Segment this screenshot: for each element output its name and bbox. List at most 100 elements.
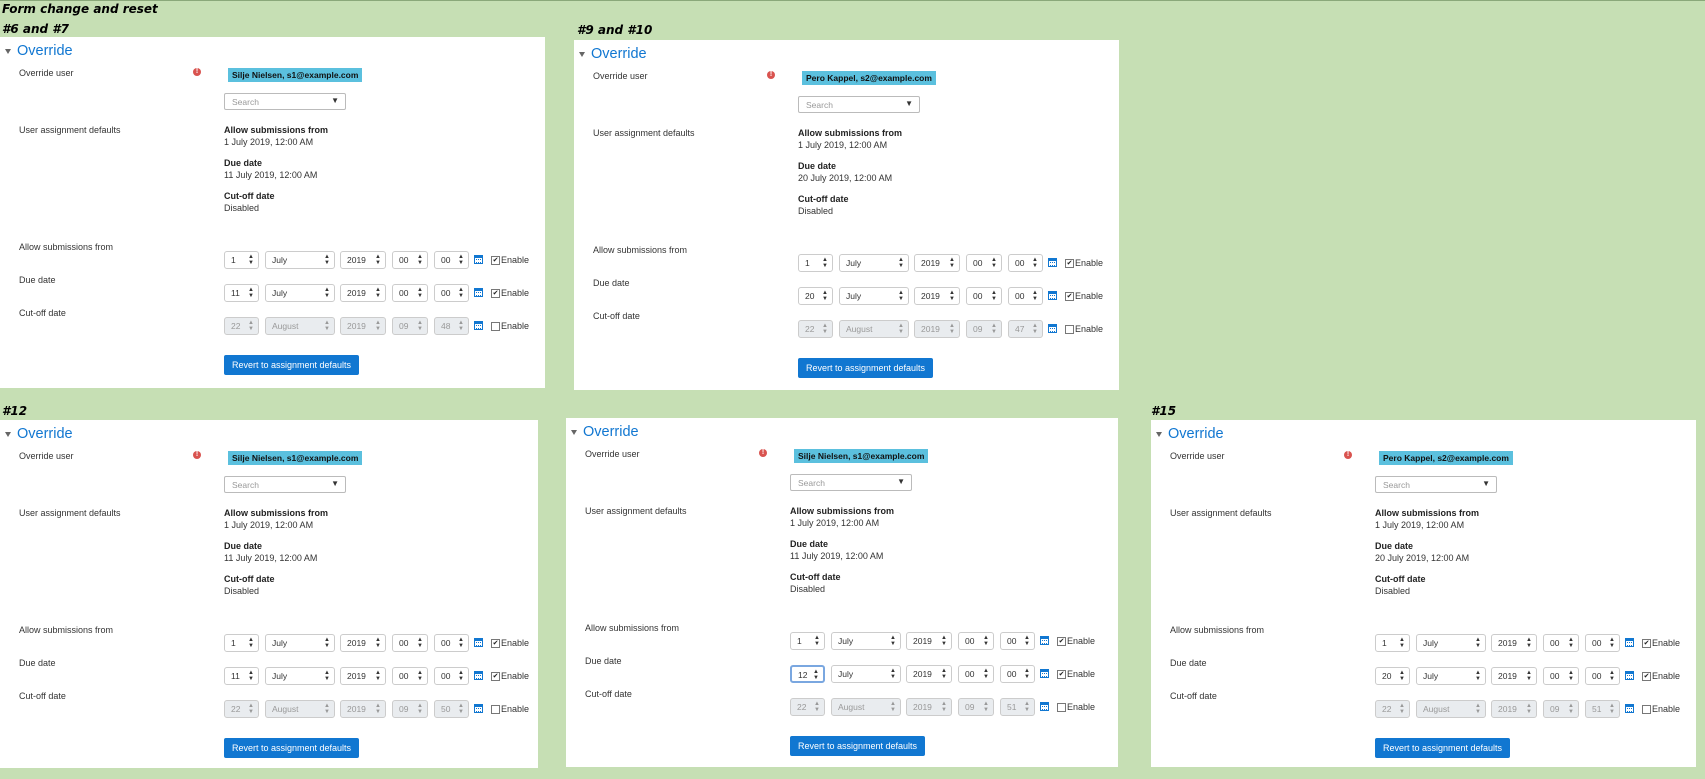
cutoff-enable-checkbox[interactable] xyxy=(1057,703,1066,712)
allow-from-year-select[interactable]: 2019 ▲ ▼ xyxy=(914,254,960,272)
due-month-select[interactable]: July ▲ ▼ xyxy=(265,667,335,685)
due-enable-checkbox[interactable]: ✔ xyxy=(491,289,500,298)
due-hour-select[interactable]: 00 ▲ ▼ xyxy=(392,284,428,302)
allow-from-enable-checkbox[interactable]: ✔ xyxy=(1065,259,1074,268)
due-year-select[interactable]: 2019 ▲ ▼ xyxy=(340,667,386,685)
cutoff-enable-checkbox[interactable] xyxy=(1642,705,1651,714)
allow-from-minute-select[interactable]: 00 ▲ ▼ xyxy=(434,634,469,652)
allow-from-year-select[interactable]: 2019 ▲ ▼ xyxy=(340,251,386,269)
cutoff-enable-checkbox[interactable] xyxy=(491,322,500,331)
revert-to-defaults-button[interactable]: Revert to assignment defaults xyxy=(224,738,360,758)
due-month-select[interactable]: July ▲ ▼ xyxy=(839,287,909,305)
revert-to-defaults-button[interactable]: Revert to assignment defaults xyxy=(224,355,360,375)
calendar-icon[interactable] xyxy=(474,704,483,713)
due-hour-select[interactable]: 00 ▲ ▼ xyxy=(392,667,428,685)
due-month-select[interactable]: July ▲ ▼ xyxy=(1416,667,1486,685)
user-search-select[interactable]: Search ▼ xyxy=(1375,476,1497,493)
due-month-select[interactable]: July ▲ ▼ xyxy=(265,284,335,302)
calendar-icon[interactable] xyxy=(474,288,483,297)
due-day-select[interactable]: 12 ▲ ▼ xyxy=(790,665,825,683)
due-year-select[interactable]: 2019 ▲ ▼ xyxy=(340,284,386,302)
allow-from-enable-checkbox[interactable]: ✔ xyxy=(1642,639,1651,648)
allow-from-year-select[interactable]: 2019 ▲ ▼ xyxy=(340,634,386,652)
due-hour-select[interactable]: 00 ▲ ▼ xyxy=(958,665,994,683)
calendar-icon[interactable] xyxy=(1040,702,1049,711)
calendar-icon[interactable] xyxy=(1625,704,1634,713)
allow-from-day-select[interactable]: 1 ▲ ▼ xyxy=(798,254,833,272)
selected-user-chip[interactable]: Silje Nielsen, s1@example.com xyxy=(228,451,363,465)
allow-from-day-select[interactable]: 1 ▲ ▼ xyxy=(224,634,259,652)
calendar-icon[interactable] xyxy=(1048,324,1057,333)
due-year-select[interactable]: 2019 ▲ ▼ xyxy=(906,665,952,683)
due-enable-checkbox[interactable]: ✔ xyxy=(1065,292,1074,301)
chevron-down-icon[interactable] xyxy=(5,48,11,54)
due-year-select[interactable]: 2019 ▲ ▼ xyxy=(914,287,960,305)
due-month-select[interactable]: July ▲ ▼ xyxy=(831,665,901,683)
allow-from-year-select[interactable]: 2019 ▲ ▼ xyxy=(1491,634,1537,652)
allow-from-month-select[interactable]: July ▲ ▼ xyxy=(839,254,909,272)
allow-from-hour-select[interactable]: 00 ▲ ▼ xyxy=(1543,634,1579,652)
revert-to-defaults-button[interactable]: Revert to assignment defaults xyxy=(790,736,926,756)
allow-from-year-select[interactable]: 2019 ▲ ▼ xyxy=(906,632,952,650)
cutoff-enable-checkbox[interactable] xyxy=(1065,325,1074,334)
calendar-icon[interactable] xyxy=(1040,636,1049,645)
allow-from-enable-checkbox[interactable]: ✔ xyxy=(491,256,500,265)
calendar-icon[interactable] xyxy=(1048,291,1057,300)
override-section-toggle[interactable]: Override xyxy=(571,424,639,440)
revert-to-defaults-button[interactable]: Revert to assignment defaults xyxy=(1375,738,1511,758)
due-day-select[interactable]: 20 ▲ ▼ xyxy=(798,287,833,305)
allow-from-month-select[interactable]: July ▲ ▼ xyxy=(831,632,901,650)
allow-from-month-select[interactable]: July ▲ ▼ xyxy=(265,251,335,269)
selected-user-chip[interactable]: Pero Kappel, s2@example.com xyxy=(1379,451,1513,465)
allow-from-minute-select[interactable]: 00 ▲ ▼ xyxy=(1008,254,1043,272)
due-enable-checkbox[interactable]: ✔ xyxy=(1642,672,1651,681)
override-section-toggle[interactable]: Override xyxy=(579,46,647,62)
due-enable-checkbox[interactable]: ✔ xyxy=(491,672,500,681)
allow-from-day-select[interactable]: 1 ▲ ▼ xyxy=(790,632,825,650)
user-search-select[interactable]: Search ▼ xyxy=(224,476,346,493)
selected-user-chip[interactable]: Pero Kappel, s2@example.com xyxy=(802,71,936,85)
calendar-icon[interactable] xyxy=(474,321,483,330)
due-day-select[interactable]: 20 ▲ ▼ xyxy=(1375,667,1410,685)
selected-user-chip[interactable]: Silje Nielsen, s1@example.com xyxy=(228,68,363,82)
allow-from-day-select[interactable]: 1 ▲ ▼ xyxy=(224,251,259,269)
allow-from-hour-select[interactable]: 00 ▲ ▼ xyxy=(392,251,428,269)
calendar-icon[interactable] xyxy=(474,638,483,647)
calendar-icon[interactable] xyxy=(474,671,483,680)
calendar-icon[interactable] xyxy=(1625,638,1634,647)
chevron-down-icon[interactable] xyxy=(571,429,577,435)
allow-from-enable-checkbox[interactable]: ✔ xyxy=(1057,637,1066,646)
due-hour-select[interactable]: 00 ▲ ▼ xyxy=(966,287,1002,305)
due-minute-select[interactable]: 00 ▲ ▼ xyxy=(1585,667,1620,685)
allow-from-minute-select[interactable]: 00 ▲ ▼ xyxy=(1000,632,1035,650)
allow-from-hour-select[interactable]: 00 ▲ ▼ xyxy=(958,632,994,650)
due-hour-select[interactable]: 00 ▲ ▼ xyxy=(1543,667,1579,685)
selected-user-chip[interactable]: Silje Nielsen, s1@example.com xyxy=(794,449,929,463)
due-minute-select[interactable]: 00 ▲ ▼ xyxy=(434,284,469,302)
allow-from-day-select[interactable]: 1 ▲ ▼ xyxy=(1375,634,1410,652)
user-search-select[interactable]: Search ▼ xyxy=(790,474,912,491)
calendar-icon[interactable] xyxy=(1040,669,1049,678)
calendar-icon[interactable] xyxy=(1625,671,1634,680)
allow-from-hour-select[interactable]: 00 ▲ ▼ xyxy=(966,254,1002,272)
chevron-down-icon[interactable] xyxy=(1156,431,1162,437)
cutoff-enable-checkbox[interactable] xyxy=(491,705,500,714)
override-section-toggle[interactable]: Override xyxy=(5,43,73,59)
chevron-down-icon[interactable] xyxy=(579,51,585,57)
override-section-toggle[interactable]: Override xyxy=(5,426,73,442)
due-minute-select[interactable]: 00 ▲ ▼ xyxy=(1008,287,1043,305)
due-day-select[interactable]: 11 ▲ ▼ xyxy=(224,284,259,302)
allow-from-minute-select[interactable]: 00 ▲ ▼ xyxy=(434,251,469,269)
due-day-select[interactable]: 11 ▲ ▼ xyxy=(224,667,259,685)
allow-from-month-select[interactable]: July ▲ ▼ xyxy=(1416,634,1486,652)
chevron-down-icon[interactable] xyxy=(5,431,11,437)
allow-from-enable-checkbox[interactable]: ✔ xyxy=(491,639,500,648)
allow-from-minute-select[interactable]: 00 ▲ ▼ xyxy=(1585,634,1620,652)
allow-from-month-select[interactable]: July ▲ ▼ xyxy=(265,634,335,652)
calendar-icon[interactable] xyxy=(1048,258,1057,267)
calendar-icon[interactable] xyxy=(474,255,483,264)
due-enable-checkbox[interactable]: ✔ xyxy=(1057,670,1066,679)
user-search-select[interactable]: Search ▼ xyxy=(224,93,346,110)
due-year-select[interactable]: 2019 ▲ ▼ xyxy=(1491,667,1537,685)
user-search-select[interactable]: Search ▼ xyxy=(798,96,920,113)
